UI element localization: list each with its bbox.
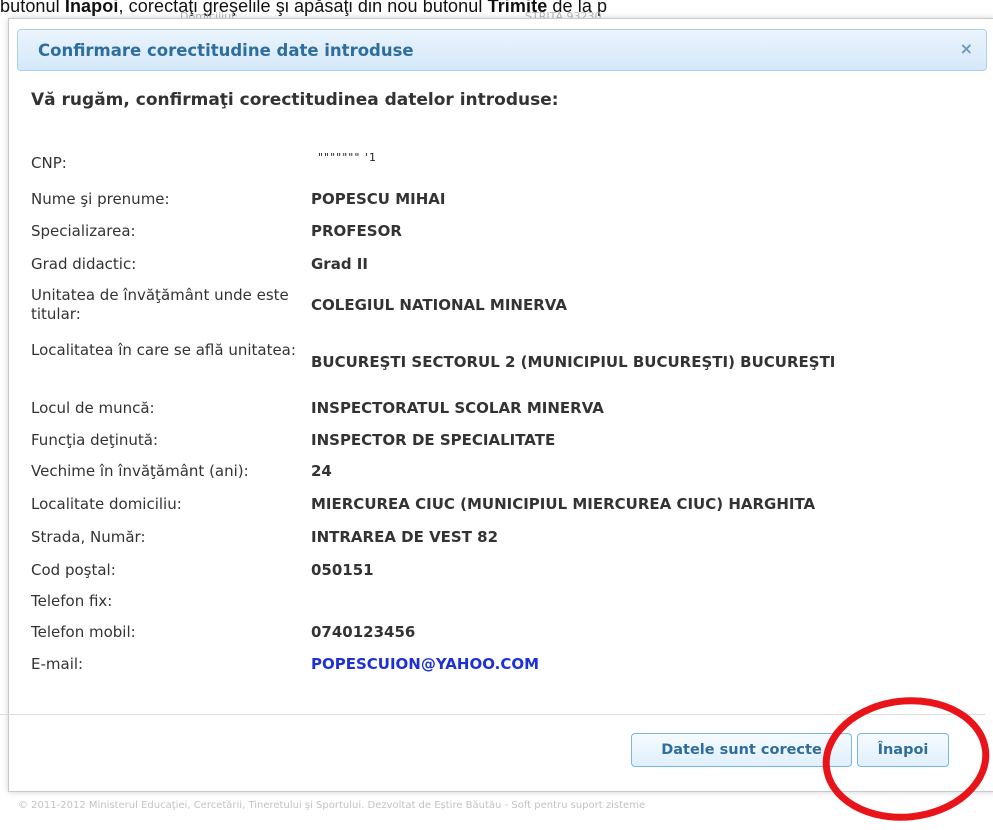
field-value: INTRAREA DE VEST 82 (311, 528, 499, 546)
field-label: Strada, Număr: (31, 528, 146, 546)
confirm-button[interactable]: Datele sunt corecte (631, 733, 852, 767)
page-footer: © 2011-2012 Ministerul Educaţiei, Cercet… (18, 800, 646, 811)
cnp-redacted-value: """"""" '1 (318, 151, 377, 164)
dialog-title: Confirmare corectitudine date introduse (38, 41, 414, 60)
field-label: Telefon mobil: (31, 623, 136, 641)
field-value: MIERCUREA CIUC (MUNICIPIUL MIERCUREA CIU… (311, 495, 816, 513)
caption-bold-back: Înapoi (64, 0, 119, 16)
dialog-footer-divider (0, 714, 985, 715)
field-value: INSPECTORATUL SCOLAR MINERVA (311, 399, 604, 417)
field-value: 0740123456 (311, 623, 416, 641)
field-value: PROFESOR (311, 222, 402, 240)
field-label: Localitate domiciliu: (31, 495, 182, 513)
email-link[interactable]: POPESCUION@YAHOO.COM (311, 655, 539, 673)
field-label: Vechime în învăţământ (ani): (31, 462, 249, 480)
dialog-heading: Vă rugăm, confirmaţi corectitudinea date… (31, 90, 559, 110)
dialog-titlebar[interactable]: Confirmare corectitudine date introduse … (17, 29, 987, 71)
field-value: INSPECTOR DE SPECIALITATE (311, 431, 556, 449)
field-label: Localitatea în care se află unitatea: (31, 341, 296, 359)
caption-text: butonul (0, 0, 65, 16)
field-label: Nume şi prenume: (31, 190, 170, 208)
field-value: Grad II (311, 255, 368, 273)
close-icon[interactable]: × (960, 41, 973, 57)
field-label: Grad didactic: (31, 255, 137, 273)
field-label: E-mail: (31, 655, 84, 673)
field-label: Locul de muncă: (31, 399, 155, 417)
field-label: Unitatea de învăţământ unde este titular… (31, 286, 289, 323)
field-label: Telefon fix: (31, 592, 113, 610)
field-value: 24 (311, 462, 332, 480)
field-value: BUCUREŞTI SECTORUL 2 (MUNICIPIUL BUCUREŞ… (311, 353, 836, 371)
field-label: Funcţia deţinută: (31, 431, 159, 449)
field-label: CNP: (31, 154, 67, 172)
field-value: COLEGIUL NATIONAL MINERVA (311, 296, 567, 314)
field-label: Cod poştal: (31, 561, 116, 579)
field-value: 050151 (311, 561, 374, 579)
field-label: Specializarea: (31, 222, 136, 240)
field-value: POPESCU MIHAI (311, 190, 446, 208)
back-button[interactable]: Înapoi (857, 733, 949, 767)
